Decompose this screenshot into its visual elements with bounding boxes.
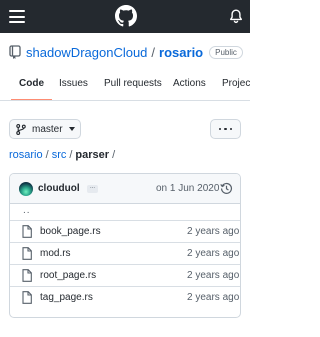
breadcrumb-separator: / — [45, 149, 49, 161]
file-icon — [22, 247, 32, 260]
list-item[interactable]: book_page.rs 2 years ago — [10, 221, 240, 243]
file-icon — [22, 225, 32, 238]
commit-message-toggle[interactable]: ... — [87, 184, 98, 193]
parent-directory-link[interactable]: .. — [23, 205, 31, 216]
breadcrumb-current: parser — [75, 149, 110, 161]
repo-name-link[interactable]: rosario — [159, 45, 203, 60]
branch-name: master — [32, 123, 63, 135]
history-icon[interactable] — [220, 182, 233, 195]
file-browser: clouduol ... on 1 Jun 2020 .. book_page.… — [9, 173, 241, 318]
top-header — [0, 0, 250, 33]
file-age: 2 years ago — [187, 270, 240, 281]
file-age: 2 years ago — [187, 292, 240, 303]
repo-tabs: Code Issues Pull requests Actions Projec… — [0, 71, 250, 101]
bell-icon[interactable] — [229, 9, 243, 24]
commit-date: on 1 Jun 2020 — [156, 183, 220, 194]
file-name-link[interactable]: mod.rs — [40, 248, 71, 259]
commit-author[interactable]: clouduol — [38, 183, 80, 194]
avatar[interactable] — [19, 182, 33, 196]
repo-owner-link[interactable]: shadowDragonCloud — [26, 45, 147, 60]
tab-code[interactable]: Code — [11, 71, 52, 100]
list-item[interactable]: mod.rs 2 years ago — [10, 243, 240, 265]
file-name-link[interactable]: root_page.rs — [40, 270, 96, 281]
branch-icon — [16, 123, 26, 135]
chevron-down-icon — [68, 127, 75, 131]
breadcrumb-src-link[interactable]: src — [52, 149, 67, 161]
tab-issues[interactable]: Issues — [59, 71, 88, 100]
branch-selector-button[interactable]: master — [9, 119, 81, 139]
file-name-link[interactable]: book_page.rs — [40, 226, 101, 237]
list-item[interactable]: root_page.rs 2 years ago — [10, 265, 240, 287]
latest-commit-bar: clouduol ... on 1 Jun 2020 — [10, 174, 240, 204]
repo-icon — [9, 45, 21, 59]
list-item[interactable]: tag_page.rs 2 years ago — [10, 287, 240, 309]
hamburger-icon[interactable] — [9, 10, 25, 23]
more-options-button[interactable] — [210, 119, 241, 139]
breadcrumb-separator: / — [69, 149, 73, 161]
github-logo-icon[interactable] — [115, 5, 137, 27]
breadcrumb-root-link[interactable]: rosario — [9, 149, 43, 161]
file-name-link[interactable]: tag_page.rs — [40, 292, 93, 303]
file-icon — [22, 291, 32, 304]
tab-projects[interactable]: Projects — [222, 71, 250, 100]
file-age: 2 years ago — [187, 248, 240, 259]
tab-actions[interactable]: Actions — [173, 71, 206, 100]
tab-pull-requests[interactable]: Pull requests — [104, 71, 162, 100]
repo-header: shadowDragonCloud / rosario Public — [9, 41, 243, 63]
parent-directory-row[interactable]: .. — [10, 204, 240, 221]
breadcrumb-separator: / — [112, 149, 116, 161]
file-age: 2 years ago — [187, 226, 240, 237]
visibility-badge: Public — [209, 45, 243, 59]
file-icon — [22, 269, 32, 282]
breadcrumb: rosario / src / parser / — [9, 147, 118, 163]
repo-separator: / — [151, 44, 156, 60]
